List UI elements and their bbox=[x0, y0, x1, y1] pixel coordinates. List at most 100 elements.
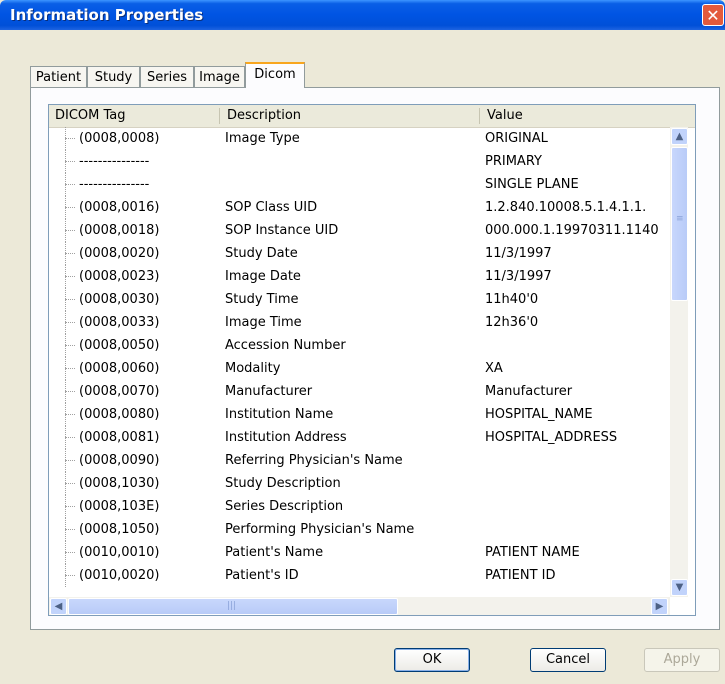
tree-line bbox=[65, 184, 75, 185]
scroll-right-button[interactable]: ▶ bbox=[651, 598, 668, 615]
ok-button[interactable]: OK bbox=[394, 648, 470, 672]
value-cell: XA bbox=[485, 361, 503, 376]
description-cell: Study Time bbox=[225, 292, 299, 307]
tree-line bbox=[65, 483, 75, 484]
table-row[interactable]: (0008,0070) Manufacturer Manufacturer bbox=[49, 380, 669, 403]
description-cell: SOP Class UID bbox=[225, 200, 318, 215]
scroll-up-button[interactable]: ▲ bbox=[671, 128, 688, 145]
down-arrow-icon: ▼ bbox=[675, 582, 684, 593]
table-row[interactable]: (0008,0080) Institution Name HOSPITAL_NAME bbox=[49, 403, 669, 426]
tree-line bbox=[65, 276, 75, 277]
close-icon: ✕ bbox=[706, 6, 720, 25]
cancel-button[interactable]: Cancel bbox=[530, 648, 606, 672]
dicom-tag-list[interactable]: DICOM Tag Description Value (0008,0008) I… bbox=[48, 104, 696, 616]
tag-cell: (0008,0080) bbox=[79, 407, 160, 422]
scroll-left-button[interactable]: ◀ bbox=[50, 598, 67, 615]
value-cell: 1.2.840.10008.5.1.4.1.1. bbox=[485, 200, 647, 215]
tag-cell: (0008,0020) bbox=[79, 246, 160, 261]
description-cell: Modality bbox=[225, 361, 281, 376]
column-header-description[interactable]: Description bbox=[221, 105, 479, 127]
table-row[interactable]: (0008,0050) Accession Number bbox=[49, 334, 669, 357]
description-cell: Study Description bbox=[225, 476, 341, 491]
table-row[interactable]: (0008,0018) SOP Instance UID 000.000.1.199… bbox=[49, 219, 669, 242]
table-row[interactable]: (0008,0081) Institution Address HOSPITAL_A… bbox=[49, 426, 669, 449]
tab-patient[interactable]: Patient bbox=[30, 66, 87, 87]
tree-line bbox=[65, 391, 75, 392]
list-header: DICOM Tag Description Value bbox=[49, 105, 695, 128]
scroll-down-button[interactable]: ▼ bbox=[671, 579, 688, 596]
description-cell: Referring Physician's Name bbox=[225, 453, 403, 468]
tab-series[interactable]: Series bbox=[140, 66, 194, 87]
table-row[interactable]: (0008,0090) Referring Physician's Name bbox=[49, 449, 669, 472]
column-header-value[interactable]: Value bbox=[481, 105, 695, 127]
tree-line bbox=[65, 207, 75, 208]
tree-line bbox=[65, 575, 75, 576]
left-arrow-icon: ◀ bbox=[54, 601, 63, 612]
tree-line bbox=[65, 506, 75, 507]
value-cell: 11h40'0 bbox=[485, 292, 539, 307]
tag-cell: --------------- bbox=[79, 177, 150, 192]
vertical-scrollbar[interactable]: ▲ ≡ ▼ bbox=[670, 127, 688, 597]
tag-cell: (0008,0033) bbox=[79, 315, 160, 330]
tree-line bbox=[65, 529, 75, 530]
tag-cell: (0008,0060) bbox=[79, 361, 160, 376]
horizontal-scroll-thumb[interactable]: ||| bbox=[68, 598, 398, 615]
description-cell: Institution Address bbox=[225, 430, 347, 445]
table-row[interactable]: (0008,0016) SOP Class UID 1.2.840.10008.5.… bbox=[49, 196, 669, 219]
table-row[interactable]: --------------- SINGLE PLANE bbox=[49, 173, 669, 196]
table-row[interactable]: (0008,0023) Image Date 11/3/1997 bbox=[49, 265, 669, 288]
tag-cell: (0010,0020) bbox=[79, 568, 160, 583]
up-arrow-icon: ▲ bbox=[675, 131, 684, 142]
table-row[interactable]: (0008,0020) Study Date 11/3/1997 bbox=[49, 242, 669, 265]
table-row[interactable]: (0008,0008) Image Type ORIGINAL bbox=[49, 127, 669, 150]
table-row[interactable]: (0010,0010) Patient's Name PATIENT NAME bbox=[49, 541, 669, 564]
close-button[interactable]: ✕ bbox=[702, 4, 724, 26]
description-cell: Patient's Name bbox=[225, 545, 324, 560]
table-row[interactable]: (0008,1050) Performing Physician's Name bbox=[49, 518, 669, 541]
properties-dialog: Information Properties ✕ Patient Study S… bbox=[0, 0, 725, 684]
table-row[interactable]: (0008,0030) Study Time 11h40'0 bbox=[49, 288, 669, 311]
vertical-scroll-thumb[interactable]: ≡ bbox=[671, 147, 688, 301]
description-cell: Institution Name bbox=[225, 407, 334, 422]
tag-cell: (0008,0070) bbox=[79, 384, 160, 399]
value-cell: PATIENT NAME bbox=[485, 545, 580, 560]
value-cell: ORIGINAL bbox=[485, 131, 548, 146]
horizontal-scrollbar[interactable]: ◀ ||| ▶ bbox=[49, 597, 670, 615]
description-cell: Image Time bbox=[225, 315, 302, 330]
tag-cell: (0010,0010) bbox=[79, 545, 160, 560]
tag-cell: (0008,0030) bbox=[79, 292, 160, 307]
tree-line bbox=[65, 299, 75, 300]
tab-study[interactable]: Study bbox=[87, 66, 140, 87]
tag-cell: (0008,0090) bbox=[79, 453, 160, 468]
value-cell: 11/3/1997 bbox=[485, 246, 552, 261]
table-row[interactable]: (0008,0060) Modality XA bbox=[49, 357, 669, 380]
title-bar[interactable]: Information Properties ✕ bbox=[0, 0, 725, 30]
tag-cell: (0008,0023) bbox=[79, 269, 160, 284]
description-cell: Study Date bbox=[225, 246, 298, 261]
tree-line bbox=[65, 460, 75, 461]
table-row[interactable]: (0010,0020) Patient's ID PATIENT ID bbox=[49, 564, 669, 587]
column-header-tag[interactable]: DICOM Tag bbox=[49, 105, 219, 127]
tag-cell: (0008,1050) bbox=[79, 522, 160, 537]
tree-line bbox=[65, 368, 75, 369]
tab-image[interactable]: Image bbox=[194, 66, 245, 87]
table-row[interactable]: (0008,0033) Image Time 12h36'0 bbox=[49, 311, 669, 334]
window-title: Information Properties bbox=[10, 6, 204, 24]
tag-cell: (0008,0081) bbox=[79, 430, 160, 445]
tag-cell: (0008,0050) bbox=[79, 338, 160, 353]
column-divider[interactable] bbox=[219, 108, 220, 124]
right-arrow-icon: ▶ bbox=[655, 601, 664, 612]
column-divider[interactable] bbox=[479, 108, 480, 124]
description-cell: Manufacturer bbox=[225, 384, 313, 399]
table-row[interactable]: (0008,103E) Series Description bbox=[49, 495, 669, 518]
tree-line bbox=[65, 161, 75, 162]
apply-button[interactable]: Apply bbox=[644, 648, 720, 672]
description-cell: SOP Instance UID bbox=[225, 223, 339, 238]
tree-line bbox=[65, 230, 75, 231]
tag-cell: (0008,0008) bbox=[79, 131, 160, 146]
description-cell: Image Date bbox=[225, 269, 301, 284]
table-row[interactable]: (0008,1030) Study Description bbox=[49, 472, 669, 495]
tab-dicom[interactable]: Dicom bbox=[245, 62, 305, 88]
tree-line bbox=[65, 345, 75, 346]
table-row[interactable]: --------------- PRIMARY bbox=[49, 150, 669, 173]
